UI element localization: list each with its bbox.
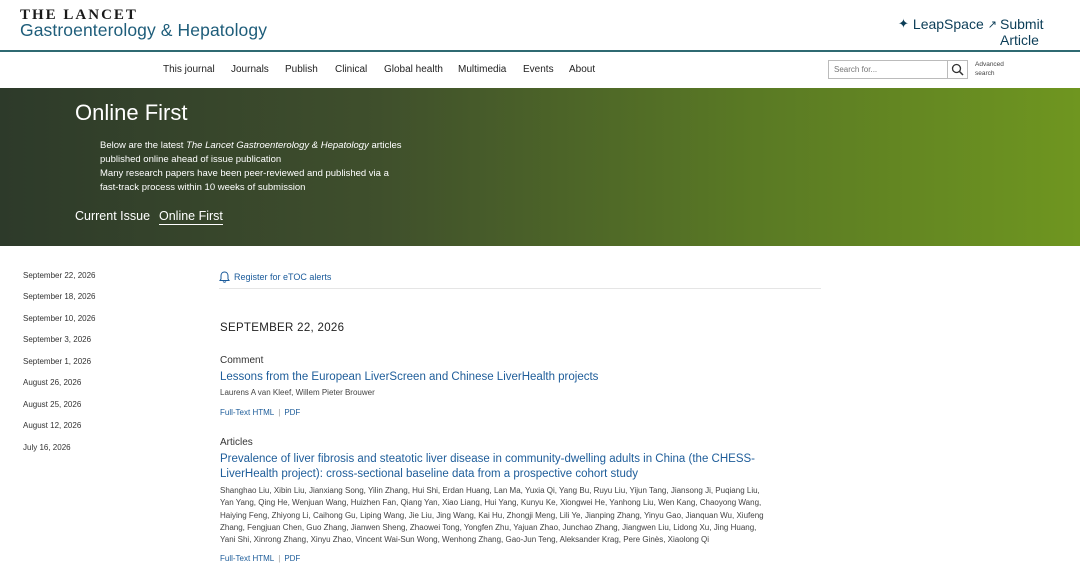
nav-clinical[interactable]: Clinical <box>335 64 367 75</box>
sidebar-date-link[interactable]: September 10, 2026 <box>23 314 96 323</box>
journal-logo-subtitle[interactable]: Gastroenterology & Hepatology <box>20 20 267 41</box>
external-arrow-icon: ↗ <box>987 18 997 31</box>
sidebar-date-link[interactable]: September 3, 2026 <box>23 335 91 344</box>
link-separator: | <box>278 554 281 563</box>
sidebar-date-link[interactable]: September 1, 2026 <box>23 357 91 366</box>
leapspace-label: LeapSpace <box>912 16 984 32</box>
sidebar-date-link[interactable]: August 25, 2026 <box>23 400 81 409</box>
article-links: Full-Text HTML | PDF <box>220 408 300 417</box>
tab-current-issue[interactable]: Current Issue <box>75 209 150 223</box>
article-type: Articles <box>220 437 253 448</box>
nav-events[interactable]: Events <box>523 64 554 75</box>
desc-part1: Below are the latest <box>100 140 187 151</box>
pdf-link[interactable]: PDF <box>284 408 300 417</box>
desc-line2: Many research papers have been peer-revi… <box>100 168 389 193</box>
link-separator: | <box>278 408 281 417</box>
article-title-link[interactable]: Lessons from the European LiverScreen an… <box>220 370 780 385</box>
nav-multimedia[interactable]: Multimedia <box>458 64 506 75</box>
search-input[interactable] <box>828 60 948 79</box>
leapspace-link[interactable]: ✦ LeapSpace ↗ <box>898 16 997 32</box>
bell-icon <box>219 271 230 283</box>
divider <box>219 288 821 289</box>
article-type: Comment <box>220 355 264 366</box>
full-text-html-link[interactable]: Full-Text HTML <box>220 408 274 417</box>
tab-online-first[interactable]: Online First <box>159 209 223 225</box>
issue-date-heading: SEPTEMBER 22, 2026 <box>220 322 345 334</box>
pdf-link[interactable]: PDF <box>284 554 300 563</box>
sidebar-date-link[interactable]: August 26, 2026 <box>23 378 81 387</box>
full-text-html-link[interactable]: Full-Text HTML <box>220 554 274 563</box>
submit-article-link[interactable]: Submit Article <box>1000 16 1080 48</box>
nav-about[interactable]: About <box>569 64 595 75</box>
register-label: Register for eTOC alerts <box>234 272 332 282</box>
page-title: Online First <box>75 100 188 125</box>
search-button[interactable] <box>948 60 968 79</box>
sparkle-icon: ✦ <box>898 16 909 31</box>
etoc-register-link[interactable]: Register for eTOC alerts <box>219 271 331 283</box>
article-authors: Shanghao Liu, Xibin Liu, Jianxiang Song,… <box>220 486 764 545</box>
advanced-search-link[interactable]: Advanced search <box>975 60 1015 78</box>
article-authors: Laurens A van Kleef, Willem Pieter Brouw… <box>220 388 375 397</box>
nav-publish[interactable]: Publish <box>285 64 318 75</box>
search-icon <box>951 63 964 76</box>
nav-global-health[interactable]: Global health <box>384 64 443 75</box>
sidebar-date-link[interactable]: September 22, 2026 <box>23 271 96 280</box>
sidebar-date-link[interactable]: August 12, 2026 <box>23 421 81 430</box>
sidebar-date-link[interactable]: July 16, 2026 <box>23 443 71 452</box>
nav-journals[interactable]: Journals <box>231 64 269 75</box>
article-title-link[interactable]: Prevalence of liver fibrosis and steatot… <box>220 452 780 482</box>
desc-journal: The Lancet Gastroenterology & Hepatology <box>186 140 369 151</box>
sidebar-date-link[interactable]: September 18, 2026 <box>23 292 96 301</box>
nav-this-journal[interactable]: This journal <box>163 64 215 75</box>
online-first-banner: Online First Below are the latest The La… <box>0 88 1080 246</box>
site-header: THE LANCET Gastroenterology & Hepatology… <box>0 0 1080 50</box>
article-links: Full-Text HTML | PDF <box>220 554 300 563</box>
banner-description: Below are the latest The Lancet Gastroen… <box>100 139 405 195</box>
